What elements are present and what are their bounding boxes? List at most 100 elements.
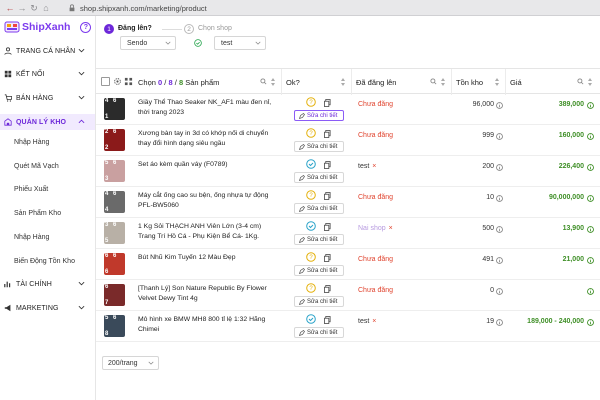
stock-cell: 96,000 [452,94,506,125]
product-thumbnail[interactable]: 4 6 4 [104,191,125,213]
step-1-number: 1 [104,24,114,34]
info-circle-icon[interactable] [587,257,594,264]
stock-value: 96,000 [472,101,494,108]
sidebar-item-sales[interactable]: BÁN HÀNG [0,90,95,106]
table-row[interactable]: 5 6 8 Mô hình xe BMW MH8 800 tỉ lệ 1:32 … [96,311,600,342]
grid-icon[interactable] [124,77,133,86]
post-status-text: test [358,318,370,325]
chevron-up-icon [78,119,85,124]
product-thumbnail[interactable]: 6 6 6 [104,253,125,275]
shop-select[interactable]: test [214,36,266,50]
sort-icon[interactable] [441,78,445,86]
home-icon[interactable]: ⌂ [40,0,52,16]
row-index: 8 [105,331,109,337]
sidebar-subitem-stock-changes[interactable]: Biến Động Tồn Kho [14,255,75,269]
info-icon[interactable] [496,226,503,233]
search-icon[interactable] [577,78,584,85]
edit-details-button[interactable]: Sửa chi tiết [294,141,344,152]
edit-details-button[interactable]: Sửa chi tiết [294,110,344,121]
posted-cell: Chưa đăng [352,125,452,156]
sort-icon[interactable] [271,78,275,86]
product-thumbnail[interactable]: 4 6 1 [104,98,125,120]
sidebar-subitem-import[interactable]: Nhập Hàng [14,136,49,150]
stock-cell: 10 [452,187,506,218]
sidebar-item-connect[interactable]: KẾT NỐI [0,66,95,82]
info-icon[interactable] [496,288,503,295]
sort-icon[interactable] [341,78,345,86]
copy-icon[interactable] [324,161,331,169]
platform-select[interactable]: Sendo [120,36,176,50]
sidebar-item-label: BÁN HÀNG [16,94,54,102]
edit-details-button[interactable]: Sửa chi tiết [294,234,344,245]
reload-icon[interactable]: ↻ [28,0,40,16]
table-row[interactable]: 5 6 3 Set áo kèm quần váy (F0789) Sửa ch… [96,156,600,187]
search-icon[interactable] [260,78,267,85]
info-circle-icon[interactable] [587,102,594,109]
edit-details-button[interactable]: Sửa chi tiết [294,265,344,276]
table-row[interactable]: 2 6 2 Xương bàn tay in 3d có khớp nối di… [96,125,600,156]
product-name: Bút Nhũ Kim Tuyến 12 Màu Đẹp [138,254,236,261]
info-circle-icon[interactable] [587,288,594,295]
sort-icon[interactable] [495,78,499,86]
table-row[interactable]: 6 6 6 Bút Nhũ Kim Tuyến 12 Màu Đẹp ? Sửa… [96,249,600,280]
forward-arrow-icon[interactable]: → [16,0,28,16]
info-icon[interactable] [496,257,503,264]
sidebar-subitem-import-2[interactable]: Nhập Hàng [14,231,49,245]
product-thumbnail[interactable]: 6 7 [104,284,125,306]
copy-icon[interactable] [324,130,331,138]
select-all-checkbox[interactable] [101,77,110,86]
info-icon[interactable] [496,102,503,109]
info-circle-icon[interactable] [587,133,594,140]
copy-icon[interactable] [324,316,331,324]
sidebar-subitem-export-slip[interactable]: Phiếu Xuất [14,183,48,197]
sidebar-item-finance[interactable]: TÀI CHÍNH [0,276,95,292]
table-row[interactable]: 4 6 4 Máy cắt ống cao su bện, ống nhựa t… [96,187,600,218]
info-icon[interactable] [496,164,503,171]
edit-details-button[interactable]: Sửa chi tiết [294,296,344,307]
back-arrow-icon[interactable]: ← [4,0,16,16]
edit-details-button[interactable]: Sửa chi tiết [294,203,344,214]
sidebar-item-marketing[interactable]: MARKETING [0,300,95,316]
variant-count: 6 [113,191,117,197]
remove-icon[interactable]: × [389,225,393,232]
table-row[interactable]: 6 7 [Thanh Lý] Son Nature Republic By Fl… [96,280,600,311]
url-text: shop.shipxanh.com/marketing/product [80,3,207,13]
info-circle-icon[interactable] [587,319,594,326]
search-icon[interactable] [430,78,437,85]
copy-icon[interactable] [324,99,331,107]
page-size-select[interactable]: 200/trang [102,356,159,370]
table-row[interactable]: 3 6 5 1 Kg Sỏi THẠCH ANH Viên Lớn (3-4 c… [96,218,600,249]
product-thumbnail[interactable]: 5 6 3 [104,160,125,182]
help-icon[interactable]: ? [80,21,92,33]
remove-icon[interactable]: × [372,318,376,325]
product-thumbnail[interactable]: 5 6 8 [104,315,125,337]
info-icon[interactable] [496,195,503,202]
ok-cell: ? Sửa chi tiết [282,187,352,218]
table-row[interactable]: 4 6 1 Giầy Thể Thao Seaker NK_AF1 màu đe… [96,94,600,125]
copy-icon[interactable] [324,285,331,293]
info-icon[interactable] [496,133,503,140]
product-thumbnail[interactable]: 2 6 2 [104,129,125,151]
product-cell: 5 6 3 Set áo kèm quần váy (F0789) [96,156,282,187]
address-bar[interactable]: shop.shipxanh.com/marketing/product [68,2,318,14]
info-circle-icon[interactable] [587,226,594,233]
product-name: Set áo kèm quần váy (F0789) [138,161,228,168]
copy-icon[interactable] [324,254,331,262]
product-thumbnail[interactable]: 3 6 5 [104,222,125,244]
question-circle-icon: ? [306,128,316,138]
info-icon[interactable] [496,319,503,326]
edit-details-button[interactable]: Sửa chi tiết [294,172,344,183]
gear-icon[interactable] [113,77,122,86]
sidebar-subitem-warehouse-products[interactable]: Sản Phẩm Kho [14,207,61,221]
sidebar-item-inventory[interactable]: QUẢN LÝ KHO [0,114,95,130]
info-circle-icon[interactable] [587,195,594,202]
sort-icon[interactable] [588,78,592,86]
edit-details-button[interactable]: Sửa chi tiết [294,327,344,338]
brand[interactable]: ShipXanh ? [0,16,95,38]
copy-icon[interactable] [324,192,331,200]
copy-icon[interactable] [324,223,331,231]
remove-icon[interactable]: × [372,163,376,170]
info-circle-icon[interactable] [587,164,594,171]
sidebar-item-profile[interactable]: TRANG CÁ NHÂN [0,43,95,59]
sidebar-subitem-scan-barcode[interactable]: Quét Mã Vạch [14,160,59,174]
